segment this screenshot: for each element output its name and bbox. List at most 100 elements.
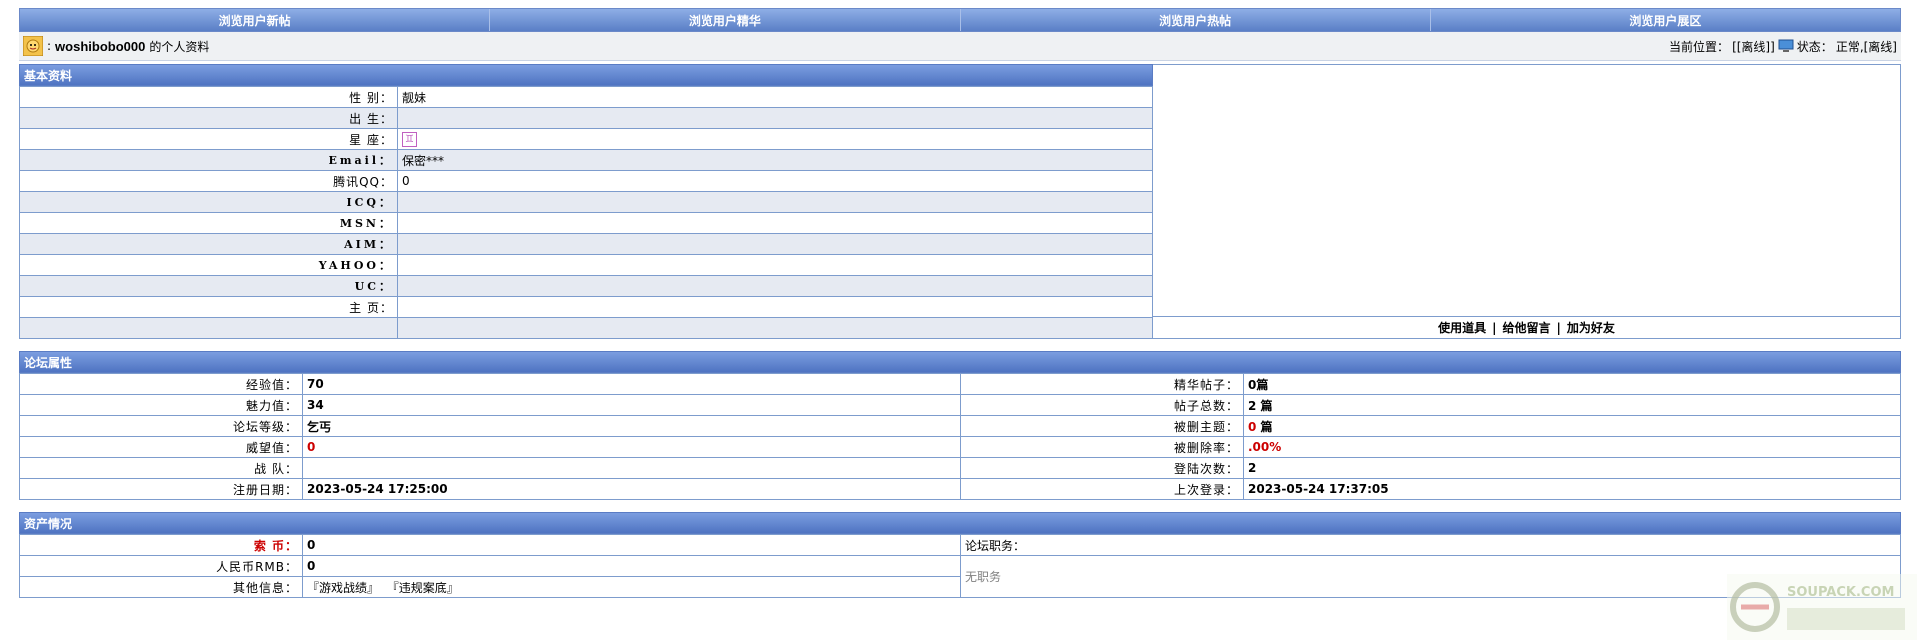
- assets-table: 索 币： 0 论坛职务： 人民币RMB： 0 无职务 其他信息： 『游戏战绩』 …: [19, 534, 1901, 598]
- zodiac-label: 星 座：: [19, 128, 398, 150]
- table-row: 星 座： ♊: [19, 128, 1153, 150]
- essence-value: 0篇: [1243, 373, 1901, 395]
- register-date-label: 注册日期：: [19, 478, 303, 500]
- tab-user-hot-posts[interactable]: 浏览用户热帖: [960, 9, 1431, 31]
- team-label: 战 队：: [19, 457, 303, 479]
- level-value: 乞丐: [302, 415, 961, 437]
- charm-label: 魅力值：: [19, 394, 303, 416]
- user-bar: : woshibobo000 的个人资料 当前位置： [[离线]] 状态： 正常…: [19, 32, 1901, 61]
- aim-label: AIM：: [19, 233, 398, 255]
- basic-info-section: 基本资料 性 别： 靓妹 出 生： 星 座： ♊ Email： 保密*** 腾讯…: [19, 64, 1901, 339]
- other-info-value: 『游戏战绩』 『违规案底』: [302, 576, 961, 598]
- assets-section: 资产情况 索 币： 0 论坛职务： 人民币RMB： 0 无职务 其他信息： 『游…: [19, 512, 1901, 598]
- table-row: Email： 保密***: [19, 149, 1153, 171]
- table-row: MSN：: [19, 212, 1153, 234]
- gemini-icon: ♊: [402, 132, 417, 147]
- gender-label: 性 别：: [19, 86, 398, 108]
- table-row: 出 生：: [19, 107, 1153, 129]
- table-row: 索 币： 0 论坛职务：: [19, 534, 1901, 556]
- violation-record-link[interactable]: 违规案底: [399, 581, 447, 595]
- table-row: 腾讯QQ： 0: [19, 170, 1153, 192]
- other-info-label: 其他信息：: [19, 576, 303, 598]
- tab-user-new-posts[interactable]: 浏览用户新帖: [20, 9, 491, 31]
- birth-label: 出 生：: [19, 107, 398, 129]
- separator: |: [1556, 320, 1561, 335]
- email-value: 保密***: [397, 149, 1153, 171]
- location-label: 当前位置：: [1669, 39, 1730, 54]
- homepage-label: 主 页：: [19, 296, 398, 318]
- msn-value: [397, 212, 1153, 234]
- empty-cell: [19, 317, 398, 339]
- table-row: YAHOO：: [19, 254, 1153, 276]
- aim-value: [397, 233, 1153, 255]
- table-row: 战 队： 登陆次数： 2: [19, 457, 1901, 479]
- table-row: 人民币RMB： 0 无职务: [19, 555, 1901, 598]
- duty-label: 论坛职务：: [960, 534, 1901, 556]
- assets-header: 资产情况: [19, 512, 1901, 534]
- location-link[interactable]: [[离线]]: [1732, 38, 1775, 55]
- level-label: 论坛等级：: [19, 415, 303, 437]
- leave-message-link[interactable]: 给他留言: [1502, 319, 1550, 336]
- forum-attributes-table: 经验值： 70 精华帖子： 0篇 魅力值： 34 帖子总数： 2 篇 论坛等级：…: [19, 373, 1901, 500]
- deletion-rate-label: 被删除率：: [960, 436, 1244, 458]
- tab-user-essence[interactable]: 浏览用户精华: [490, 9, 961, 31]
- exp-label: 经验值：: [19, 373, 303, 395]
- rmb-label: 人民币RMB：: [19, 555, 303, 577]
- use-item-link[interactable]: 使用道具: [1438, 319, 1486, 336]
- game-record-link[interactable]: 游戏战绩: [319, 581, 367, 595]
- username: woshibobo000: [55, 38, 146, 54]
- top-nav: 浏览用户新帖 浏览用户精华 浏览用户热帖 浏览用户展区: [19, 8, 1901, 32]
- last-login-label: 上次登录：: [960, 478, 1244, 500]
- table-row: 性 别： 靓妹: [19, 86, 1153, 108]
- table-row: ICQ：: [19, 191, 1153, 213]
- watermark-logo-icon: SOUPACK.COM: [1727, 574, 1917, 640]
- status-label: 状态：: [1796, 39, 1833, 54]
- exp-value: 70: [302, 373, 961, 395]
- table-row: AIM：: [19, 233, 1153, 255]
- location-status: 当前位置： [[离线]] 状态： 正常,[离线]: [1669, 38, 1897, 55]
- birth-value: [397, 107, 1153, 129]
- yahoo-label: YAHOO：: [19, 254, 398, 276]
- status-value: 正常,[离线]: [1835, 39, 1897, 54]
- separator: |: [1492, 320, 1497, 335]
- charm-value: 34: [302, 394, 961, 416]
- avatar-area: [1153, 65, 1900, 316]
- prestige-value: 0: [302, 436, 961, 458]
- table-row: [19, 317, 1153, 339]
- user-face-icon: [23, 36, 43, 56]
- icq-value: [397, 191, 1153, 213]
- login-count-label: 登陆次数：: [960, 457, 1244, 479]
- team-value: [302, 457, 961, 479]
- table-row: 魅力值： 34 帖子总数： 2 篇: [19, 394, 1901, 416]
- basic-info-table: 性 别： 靓妹 出 生： 星 座： ♊ Email： 保密*** 腾讯QQ： 0…: [19, 86, 1153, 339]
- basic-info-header: 基本资料: [19, 64, 1153, 86]
- coin-label: 索 币：: [19, 534, 303, 556]
- tab-user-gallery[interactable]: 浏览用户展区: [1430, 9, 1900, 31]
- status-icon: [1778, 39, 1794, 52]
- essence-label: 精华帖子：: [960, 373, 1244, 395]
- deleted-topics-value: 0 篇: [1243, 415, 1901, 437]
- homepage-value: [397, 296, 1153, 318]
- table-row: 主 页：: [19, 296, 1153, 318]
- total-posts-label: 帖子总数：: [960, 394, 1244, 416]
- table-row: 威望值： 0 被删除率： .00%: [19, 436, 1901, 458]
- user-actions: 使用道具 | 给他留言 | 加为好友: [1153, 316, 1900, 338]
- gender-value: 靓妹: [397, 86, 1153, 108]
- profile-suffix: 的个人资料: [149, 39, 210, 54]
- deletion-rate-value: .00%: [1243, 436, 1901, 458]
- deleted-topics-label: 被删主题：: [960, 415, 1244, 437]
- login-count-value: 2: [1243, 457, 1901, 479]
- table-row: 经验值： 70 精华帖子： 0篇: [19, 373, 1901, 395]
- table-row: 论坛等级： 乞丐 被删主题： 0 篇: [19, 415, 1901, 437]
- forum-attributes-header: 论坛属性: [19, 351, 1901, 373]
- rmb-value: 0: [302, 555, 961, 577]
- yahoo-value: [397, 254, 1153, 276]
- profile-title: : woshibobo000 的个人资料: [23, 36, 209, 56]
- qq-value: 0: [397, 170, 1153, 192]
- uc-value: [397, 275, 1153, 297]
- last-login-value: 2023-05-24 17:37:05: [1243, 478, 1901, 500]
- add-friend-link[interactable]: 加为好友: [1567, 319, 1615, 336]
- qq-label: 腾讯QQ：: [19, 170, 398, 192]
- prestige-label: 威望值：: [19, 436, 303, 458]
- msn-label: MSN：: [19, 212, 398, 234]
